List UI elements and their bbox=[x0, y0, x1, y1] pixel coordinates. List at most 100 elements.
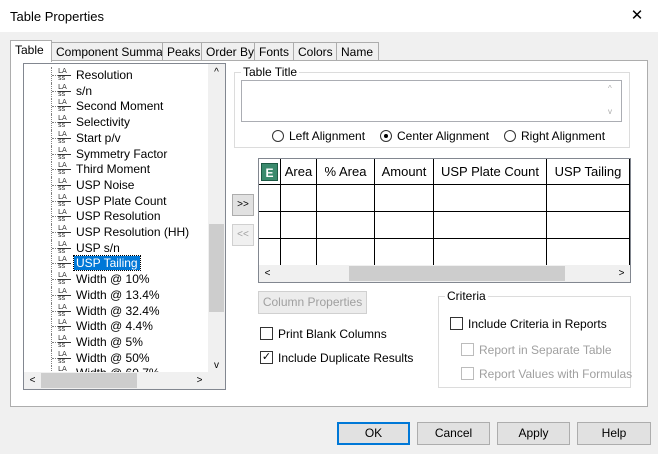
tab-fonts[interactable]: Fonts bbox=[254, 42, 294, 61]
radio-circle bbox=[272, 130, 284, 142]
tab-table[interactable]: Table bbox=[10, 40, 52, 62]
tab-label: Component Summary bbox=[56, 45, 173, 59]
tab-component-summary[interactable]: Component Summary bbox=[51, 42, 173, 61]
measure-list-vscroll[interactable]: ^ v bbox=[208, 64, 225, 374]
add-column-button[interactable]: >> bbox=[232, 194, 254, 216]
list-item[interactable]: LA ss Resolution bbox=[24, 67, 208, 83]
list-item[interactable]: LA ss Width @ 4.4% bbox=[24, 318, 208, 335]
checkbox-box bbox=[450, 317, 463, 330]
list-item[interactable]: LA ss Symmetry Factor bbox=[24, 145, 208, 162]
list-item[interactable]: LA ss USP Resolution bbox=[24, 208, 208, 225]
grid-cell[interactable] bbox=[434, 185, 547, 212]
la-measure-icon: LAss bbox=[58, 130, 72, 145]
la-icon-bottom: ss bbox=[58, 278, 66, 287]
la-icon-bottom: ss bbox=[58, 231, 66, 239]
grid-cell[interactable] bbox=[375, 239, 434, 266]
la-icon-bar bbox=[58, 106, 71, 108]
list-item[interactable]: LA ss Third Moment bbox=[24, 161, 208, 178]
column-header-usp-plate-count[interactable]: USP Plate Count bbox=[434, 159, 547, 185]
close-icon[interactable]: ✕ bbox=[622, 4, 652, 28]
grid-cell[interactable] bbox=[281, 212, 317, 239]
list-item[interactable]: LA ss USP Plate Count bbox=[24, 192, 208, 209]
grid-cell[interactable] bbox=[375, 212, 434, 239]
tab-colors[interactable]: Colors bbox=[293, 42, 337, 61]
la-icon-bar bbox=[58, 169, 71, 171]
grid-hscroll-thumb[interactable] bbox=[349, 266, 565, 281]
la-measure-icon: LAss bbox=[58, 68, 72, 82]
grid-cell[interactable] bbox=[547, 239, 630, 266]
table-title-input[interactable]: ^ v bbox=[241, 80, 622, 122]
list-item[interactable]: LA ss Selectivity bbox=[24, 114, 208, 131]
grid-cell[interactable] bbox=[434, 239, 547, 266]
grid-cell[interactable] bbox=[259, 212, 281, 239]
tab-order-by[interactable]: Order By bbox=[201, 42, 255, 61]
list-item[interactable]: LA ss Width @ 5% bbox=[24, 333, 208, 350]
ok-button[interactable]: OK bbox=[337, 422, 410, 445]
la-icon-bar bbox=[58, 153, 71, 155]
grid-cell[interactable] bbox=[281, 185, 317, 212]
tab-label: Peaks bbox=[167, 45, 201, 59]
list-item[interactable]: LA ss Width @ 10% bbox=[24, 271, 208, 288]
vscroll-thumb[interactable] bbox=[209, 224, 224, 312]
list-item[interactable]: LA ss s/n bbox=[24, 82, 208, 99]
checkbox-box bbox=[461, 367, 474, 380]
la-icon-bar bbox=[58, 122, 71, 124]
list-item[interactable]: LA ss USP Noise bbox=[24, 176, 208, 193]
grid-cell[interactable] bbox=[547, 185, 630, 212]
la-icon-bottom: ss bbox=[58, 152, 66, 161]
column-header-area[interactable]: Area bbox=[281, 159, 317, 185]
grid-cell[interactable] bbox=[434, 212, 547, 239]
column-header-amount[interactable]: Amount bbox=[375, 159, 434, 185]
grid-cell[interactable] bbox=[259, 185, 281, 212]
column-header-usp-tailing[interactable]: USP Tailing bbox=[547, 159, 630, 185]
la-icon-bar bbox=[58, 294, 71, 296]
grid-scroll-left-icon[interactable]: < bbox=[259, 265, 276, 282]
grid-cell[interactable] bbox=[317, 212, 375, 239]
la-icon-bottom: ss bbox=[58, 262, 66, 271]
la-icon-bottom: ss bbox=[58, 340, 66, 349]
checkbox-box bbox=[461, 343, 474, 356]
grid-cell[interactable] bbox=[317, 185, 375, 212]
help-button[interactable]: Help bbox=[577, 422, 651, 445]
tab-label: Fonts bbox=[259, 45, 290, 59]
cancel-button[interactable]: Cancel bbox=[417, 422, 490, 445]
la-measure-icon: LAss bbox=[58, 272, 72, 286]
tab-name[interactable]: Name bbox=[336, 42, 379, 61]
list-item[interactable]: LA ss USP s/n bbox=[24, 239, 208, 256]
grid-cell[interactable] bbox=[259, 239, 281, 266]
grid-scroll-right-icon[interactable]: > bbox=[613, 265, 630, 282]
radio-label: Center Alignment bbox=[397, 129, 490, 143]
grid-cell[interactable] bbox=[375, 185, 434, 212]
la-measure-icon: LAss bbox=[58, 83, 72, 98]
column-header-percent-area[interactable]: % Area bbox=[317, 159, 375, 185]
measure-list-hscroll[interactable]: < > bbox=[24, 372, 208, 389]
list-item-label: Symmetry Factor bbox=[76, 146, 168, 161]
la-icon-bar bbox=[58, 216, 71, 218]
measure-tree-list[interactable]: LA ss Resolution LA ss s/n LA ss Second Moment LA… bbox=[23, 63, 226, 390]
grid-corner-cell[interactable]: E bbox=[259, 159, 281, 185]
column-properties-button[interactable]: Column Properties bbox=[258, 291, 367, 314]
list-item[interactable]: LA ss Width @ 13.4% bbox=[24, 286, 208, 303]
radio-circle-selected bbox=[380, 130, 392, 142]
la-icon-bottom: ss bbox=[58, 356, 66, 365]
list-item[interactable]: LA ss Second Moment bbox=[24, 98, 208, 115]
grid-cell[interactable] bbox=[547, 212, 630, 239]
scroll-up-icon[interactable]: ^ bbox=[208, 64, 225, 81]
scroll-left-icon[interactable]: < bbox=[24, 372, 41, 389]
grid-cell[interactable] bbox=[281, 239, 317, 266]
list-item[interactable]: LA ss USP Tailing bbox=[24, 255, 208, 272]
tab-peaks[interactable]: Peaks bbox=[162, 42, 202, 61]
scroll-right-icon[interactable]: > bbox=[191, 372, 208, 389]
la-icon-bottom: ss bbox=[58, 183, 66, 192]
list-item[interactable]: LA ss Width @ 32.4% bbox=[24, 302, 208, 319]
apply-button[interactable]: Apply bbox=[497, 422, 570, 445]
columns-grid[interactable]: E Area % Area Amount USP Plate Count USP… bbox=[258, 158, 631, 283]
list-item[interactable]: LA ss Width @ 50% bbox=[24, 349, 208, 366]
grid-cell[interactable] bbox=[317, 239, 375, 266]
list-item[interactable]: LA ss Start p/v bbox=[24, 129, 208, 146]
list-item[interactable]: LA ss USP Resolution (HH) bbox=[24, 224, 208, 240]
la-icon-bottom: ss bbox=[58, 136, 66, 145]
hscroll-thumb[interactable] bbox=[41, 373, 137, 388]
grid-hscroll[interactable]: < > bbox=[259, 265, 630, 282]
remove-column-button[interactable]: << bbox=[232, 224, 254, 246]
